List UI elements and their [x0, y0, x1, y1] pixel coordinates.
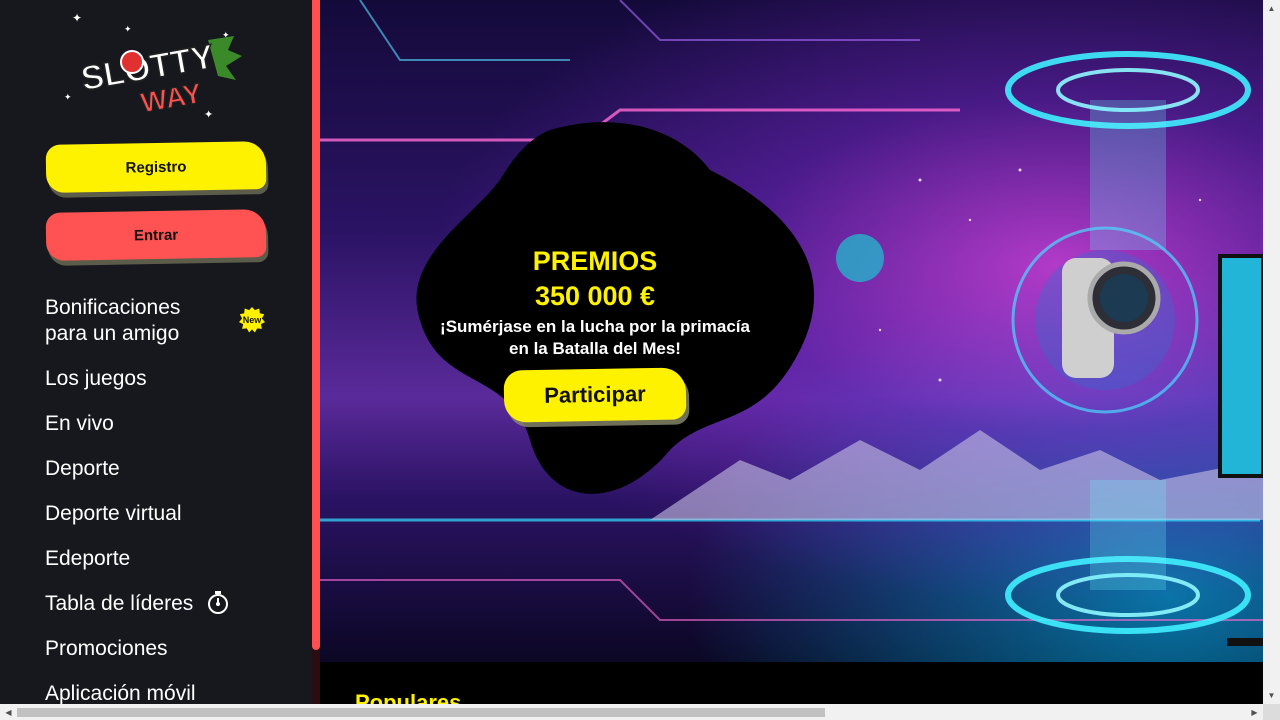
sidebar-item-mobile-app[interactable]: Aplicación móvil: [45, 681, 285, 704]
sidebar-item-leaderboard[interactable]: Tabla de líderes: [45, 591, 285, 617]
sidebar-item-label: Tabla de líderes: [45, 592, 194, 615]
promo-description-line2: en la Batalla del Mes!: [509, 339, 681, 358]
sidebar-item-games[interactable]: Los juegos: [45, 366, 285, 392]
scroll-up-arrow-icon[interactable]: ▲: [1263, 0, 1280, 17]
horizontal-scrollbar-thumb[interactable]: [17, 708, 825, 717]
sidebar-item-label: Los juegos: [45, 367, 147, 390]
svg-text:✦: ✦: [124, 24, 132, 34]
promo-amount: 350 000 €: [534, 281, 656, 311]
scroll-right-arrow-icon[interactable]: ▶: [1246, 704, 1263, 720]
scrollbar-corner: [1263, 704, 1280, 720]
scroll-left-arrow-icon[interactable]: ◀: [0, 704, 17, 720]
sidebar-item-referral-bonus[interactable]: Bonificaciones para un amigo New: [45, 295, 285, 347]
promo-content: PREMIOS 350 000 € ¡Sumérjase en la lucha…: [415, 244, 775, 360]
scroll-down-arrow-icon[interactable]: ▼: [1263, 687, 1280, 704]
sidebar-item-live[interactable]: En vivo: [45, 411, 285, 437]
participate-button[interactable]: Participar: [503, 367, 687, 423]
sidebar-item-label: Promociones: [45, 637, 168, 660]
register-button[interactable]: Registro: [45, 141, 267, 193]
slider-indicator[interactable]: [1227, 638, 1263, 646]
login-button[interactable]: Entrar: [45, 209, 267, 261]
sidebar-item-label: Edeporte: [45, 547, 131, 570]
sidebar-item-promotions[interactable]: Promociones: [45, 636, 285, 662]
sidebar-item-label: Aplicación móvil: [45, 682, 196, 704]
promo-title: PREMIOS: [532, 246, 658, 276]
slottyway-logo[interactable]: ✦ ✦ ✦ ✦ ✦ SLOTTY WAY: [58, 10, 248, 120]
sidebar-scrollbar-thumb[interactable]: [312, 0, 320, 650]
sidebar-item-esport[interactable]: Edeporte: [45, 546, 285, 572]
sidebar: ✦ ✦ ✦ ✦ ✦ SLOTTY WAY Registro Entrar Bon…: [0, 0, 312, 704]
svg-text:✦: ✦: [204, 109, 213, 120]
horizontal-scrollbar[interactable]: ◀ ▶: [0, 704, 1263, 720]
sidebar-item-label: En vivo: [45, 412, 114, 435]
sidebar-item-label: Deporte virtual: [45, 502, 182, 525]
vertical-scrollbar[interactable]: ▲ ▼: [1263, 0, 1280, 704]
sidebar-nav: Bonificaciones para un amigo New Los jue…: [45, 295, 285, 704]
sidebar-item-virtual-sport[interactable]: Deporte virtual: [45, 501, 285, 527]
svg-text:✦: ✦: [72, 11, 82, 25]
promo-banner[interactable]: PREMIOS 350 000 € ¡Sumérjase en la lucha…: [320, 0, 1263, 662]
sidebar-item-label: Deporte: [45, 457, 120, 480]
promo-description-line1: ¡Sumérjase en la lucha por la primacía: [440, 317, 750, 336]
svg-text:✦: ✦: [64, 92, 72, 102]
stopwatch-icon: [208, 591, 229, 615]
sidebar-item-sport[interactable]: Deporte: [45, 456, 285, 482]
